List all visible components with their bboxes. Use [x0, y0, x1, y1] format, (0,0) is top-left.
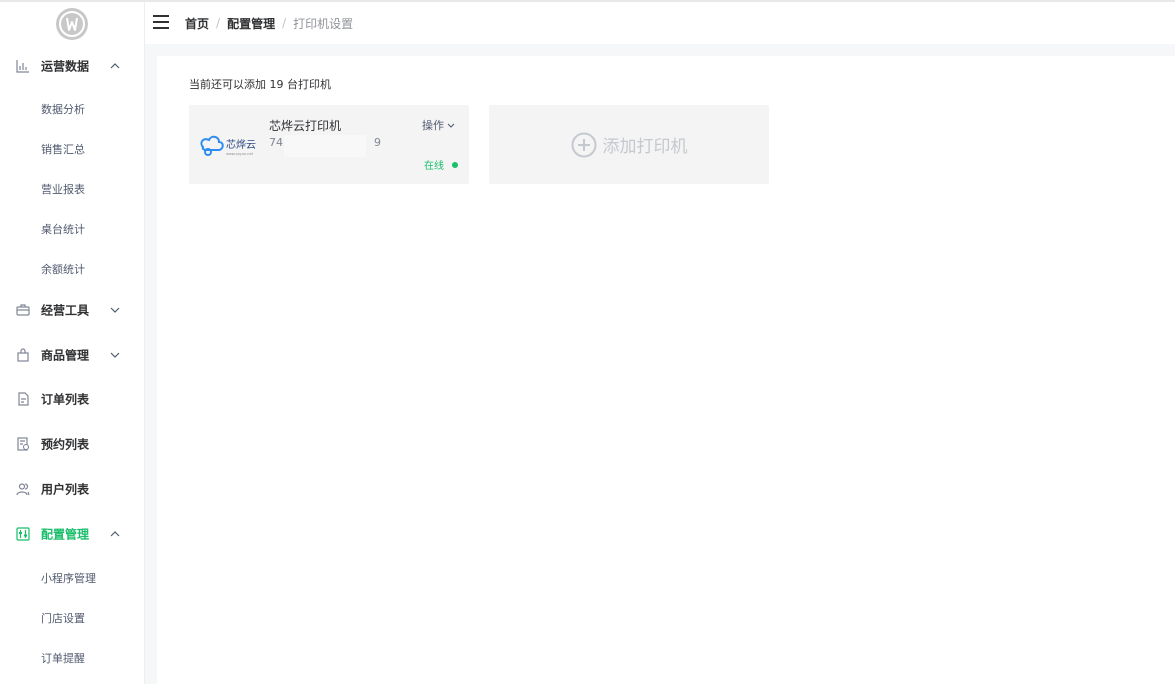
menu-item-label: 门店设置	[41, 612, 85, 625]
brand-text: 芯烨云	[226, 138, 256, 151]
breadcrumb-config[interactable]: 配置管理	[227, 15, 275, 32]
menu-item-order-list[interactable]: 订单列表	[0, 381, 145, 417]
status-text: 在线	[424, 161, 444, 172]
plus-circle-icon	[571, 132, 596, 157]
menu-group-label: 经营工具	[41, 303, 90, 318]
brand-url: www.xpyun.net	[226, 152, 254, 156]
menu-item-mini-program[interactable]: 小程序管理	[0, 563, 145, 593]
menu-item-label: 小程序管理	[41, 572, 96, 585]
menu-item-store-settings[interactable]: 门店设置	[0, 603, 145, 633]
redaction-mask	[284, 135, 366, 157]
menu-group-business-tools[interactable]: 经营工具	[0, 292, 145, 328]
chevron-down-icon	[109, 349, 121, 361]
printer-id-prefix: 74	[269, 136, 283, 149]
menu-item-label: 数据分析	[41, 103, 85, 116]
settings-sliders-icon	[16, 527, 30, 541]
document-icon	[16, 392, 30, 406]
menu-item-table-stats[interactable]: 桌台统计	[0, 214, 145, 244]
bar-chart-icon	[16, 59, 30, 73]
menu-item-label: 订单列表	[41, 392, 90, 407]
status-dot-icon	[452, 161, 458, 168]
add-printer-label: 添加打印机	[602, 137, 688, 157]
menu-item-label: 桌台统计	[41, 223, 85, 236]
chevron-down-icon	[447, 123, 455, 128]
shopping-bag-icon	[16, 348, 30, 362]
menu-item-business-report[interactable]: 营业报表	[0, 174, 145, 204]
top-header: 首页 / 配置管理 / 打印机设置	[145, 2, 1175, 44]
breadcrumb-separator: /	[216, 16, 221, 30]
brand-logo-icon[interactable]	[56, 8, 88, 40]
menu-item-sales-summary[interactable]: 销售汇总	[0, 134, 145, 164]
menu-group-product-management[interactable]: 商品管理	[0, 337, 145, 373]
menu-item-user-list[interactable]: 用户列表	[0, 471, 145, 507]
breadcrumb: 首页 / 配置管理 / 打印机设置	[185, 2, 353, 44]
printer-name: 芯烨云打印机	[269, 119, 342, 133]
menu-item-order-reminder[interactable]: 订单提醒	[0, 643, 145, 673]
menu-item-reservation-list[interactable]: 预约列表	[0, 426, 145, 462]
menu-group-label: 配置管理	[41, 527, 90, 542]
calendar-check-icon	[16, 437, 30, 451]
briefcase-icon	[16, 303, 30, 317]
chevron-down-icon	[109, 304, 121, 316]
menu-group-label: 商品管理	[41, 348, 90, 363]
sidebar: 运营数据 数据分析 销售汇总 营业报表 桌台统计 余额统计 经营工具 商品管理 …	[0, 2, 145, 684]
menu-item-balance-stats[interactable]: 余额统计	[0, 254, 145, 284]
breadcrumb-home[interactable]: 首页	[185, 15, 209, 32]
add-printer-button[interactable]: 添加打印机	[489, 105, 769, 184]
printer-card: 芯烨云 www.xpyun.net 芯烨云打印机 74 9 操作 在线	[189, 105, 469, 184]
menu-group-operations-data[interactable]: 运营数据	[0, 48, 145, 84]
printer-status: 在线	[424, 157, 458, 172]
operation-label: 操作	[422, 119, 444, 132]
menu-toggle-icon[interactable]	[153, 15, 169, 29]
printer-operation-dropdown[interactable]: 操作	[422, 117, 455, 133]
printer-quota-summary: 当前还可以添加 19 台打印机	[189, 78, 331, 91]
menu-item-label: 用户列表	[41, 482, 90, 497]
chevron-up-icon	[109, 60, 121, 72]
menu-item-label: 余额统计	[41, 263, 85, 276]
breadcrumb-separator: /	[282, 16, 287, 30]
menu-group-label: 运营数据	[41, 59, 90, 74]
chevron-up-icon	[109, 528, 121, 540]
menu-item-label: 销售汇总	[41, 143, 85, 156]
users-icon	[16, 482, 30, 496]
breadcrumb-current: 打印机设置	[293, 16, 354, 31]
xpyun-logo-icon: 芯烨云 www.xpyun.net	[199, 133, 259, 159]
menu-item-data-analysis[interactable]: 数据分析	[0, 94, 145, 124]
menu-group-config-management[interactable]: 配置管理	[0, 516, 145, 552]
menu-item-label: 预约列表	[41, 437, 90, 452]
printer-id-suffix: 9	[374, 136, 381, 149]
menu-item-label: 订单提醒	[41, 652, 85, 665]
menu-item-label: 营业报表	[41, 183, 85, 196]
